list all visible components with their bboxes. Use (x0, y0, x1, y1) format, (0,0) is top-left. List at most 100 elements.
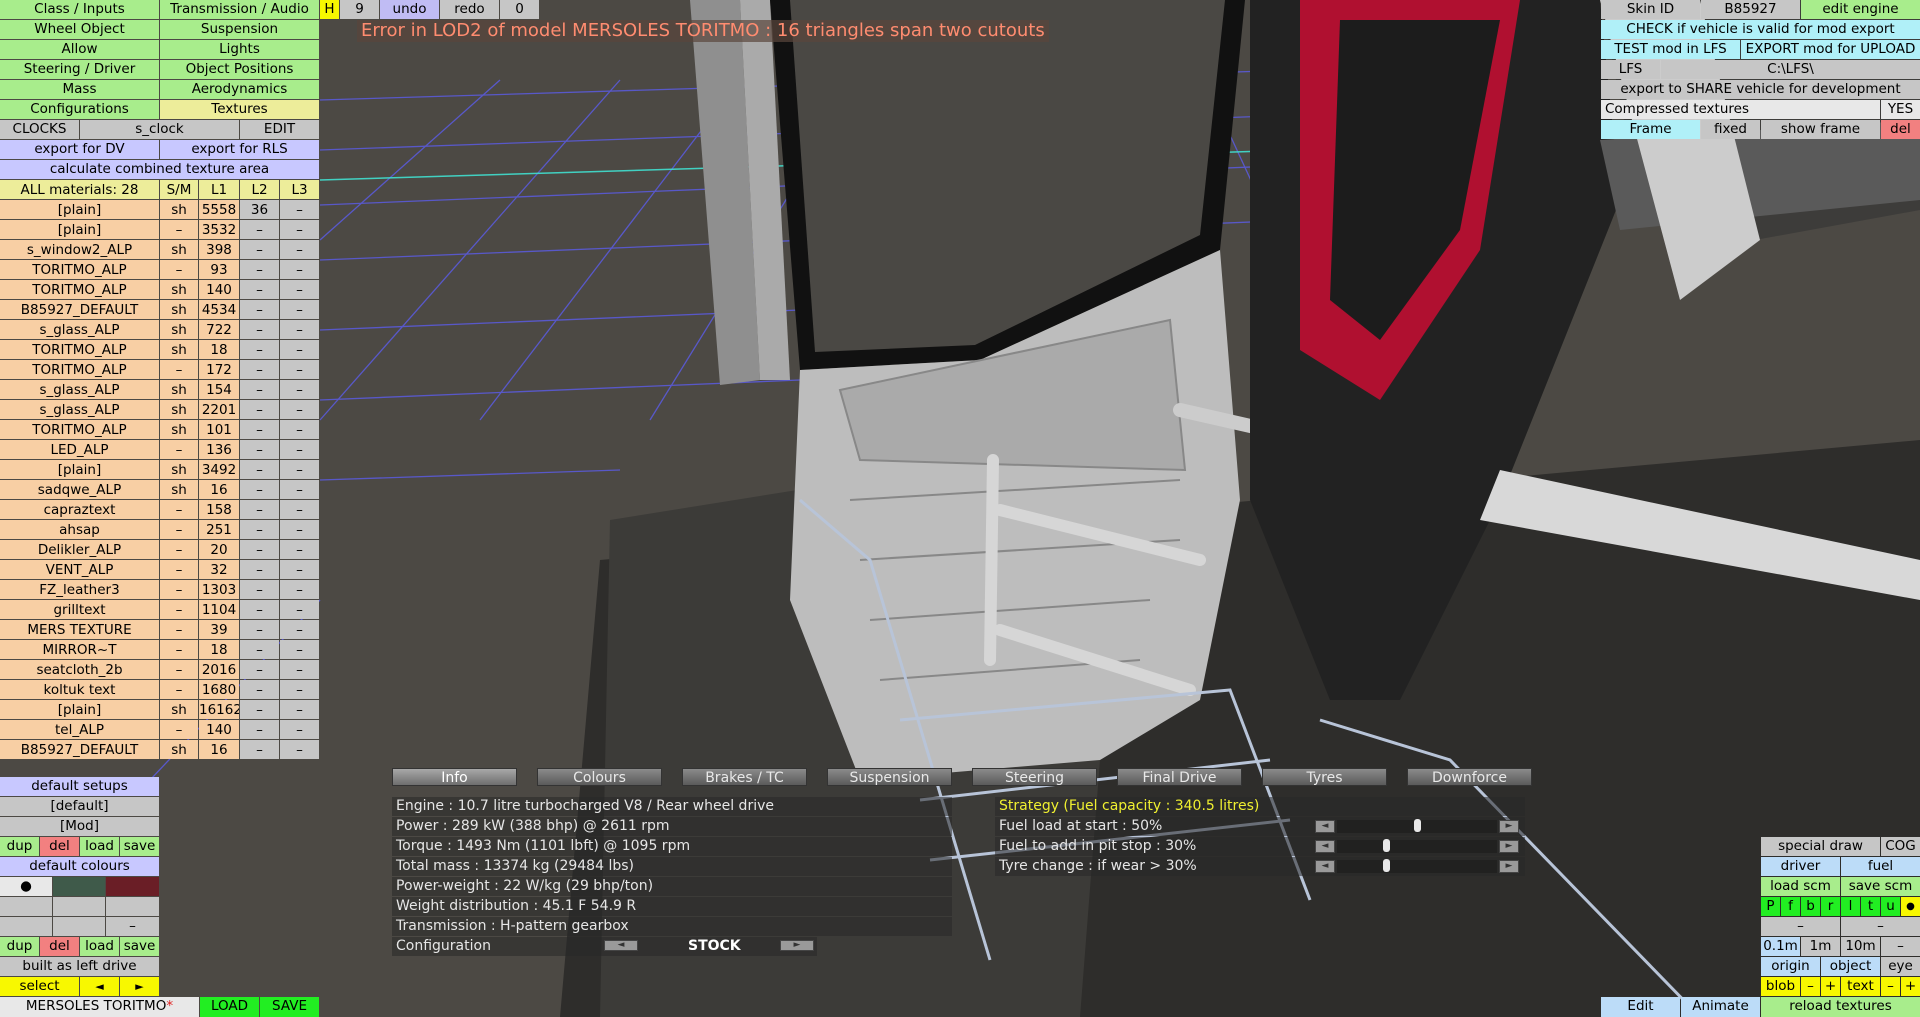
material-l3[interactable]: – (280, 680, 319, 699)
grid-dash-button[interactable]: – (1881, 937, 1920, 956)
material-sm[interactable]: – (160, 580, 198, 599)
view-letter-button[interactable]: t (1861, 897, 1880, 916)
view-dash-1[interactable]: – (1761, 917, 1840, 936)
table-row[interactable]: B85927_DEFAULT sh 16– – (0, 740, 320, 760)
text-button[interactable]: text (1841, 977, 1880, 996)
table-row[interactable]: s_glass_ALP sh 2201– – (0, 400, 320, 420)
colour-save-button[interactable]: save (120, 937, 159, 956)
frame-del-button[interactable]: del (1881, 120, 1920, 139)
fixed-button[interactable]: fixed (1701, 120, 1760, 139)
material-l1[interactable]: 32 (199, 560, 239, 579)
grid-01m-button[interactable]: 0.1m (1761, 937, 1800, 956)
material-sm[interactable]: – (160, 540, 198, 559)
view-letter-button[interactable]: u (1881, 897, 1900, 916)
table-row[interactable]: s_glass_ALP sh 154– – (0, 380, 320, 400)
material-l1[interactable]: 2016 (199, 660, 239, 679)
table-row[interactable]: koltuk text –1680– – (0, 680, 320, 700)
table-row[interactable]: capraztext –158– – (0, 500, 320, 520)
tyre-change-knob[interactable] (1383, 859, 1390, 872)
material-l3[interactable]: – (280, 520, 319, 539)
material-sm[interactable]: sh (160, 280, 198, 299)
material-name[interactable]: TORITMO_ALP (0, 260, 159, 279)
material-name[interactable]: tel_ALP (0, 720, 159, 739)
table-row[interactable]: TORITMO_ALP –172– – (0, 360, 320, 380)
material-l2[interactable]: – (240, 280, 279, 299)
material-name[interactable]: [plain] (0, 700, 159, 719)
redo-button[interactable]: redo (440, 0, 499, 19)
edit-mode-button[interactable]: Edit (1601, 997, 1680, 1017)
material-name[interactable]: TORITMO_ALP (0, 340, 159, 359)
select-next-button[interactable]: ► (120, 977, 159, 996)
clock-name[interactable]: s_clock (80, 120, 239, 139)
material-l1[interactable]: 158 (199, 500, 239, 519)
material-l1[interactable]: 39 (199, 620, 239, 639)
special-draw-button[interactable]: special draw (1761, 837, 1880, 856)
material-l1[interactable]: 16162 (199, 700, 239, 719)
material-name[interactable]: LED_ALP (0, 440, 159, 459)
menu-allow[interactable]: Allow (0, 40, 159, 59)
grid-1m-button[interactable]: 1m (1801, 937, 1840, 956)
material-l3[interactable]: – (280, 560, 319, 579)
export-mod-button[interactable]: EXPORT mod for UPLOAD (1741, 40, 1920, 59)
material-l1[interactable]: 1303 (199, 580, 239, 599)
material-name[interactable]: TORITMO_ALP (0, 280, 159, 299)
material-l3[interactable]: – (280, 660, 319, 679)
tab-tyres[interactable]: Tyres (1262, 768, 1387, 786)
material-name[interactable]: TORITMO_ALP (0, 360, 159, 379)
save-scm-button[interactable]: save scm (1841, 877, 1920, 896)
material-name[interactable]: [plain] (0, 460, 159, 479)
view-letter-button[interactable]: l (1841, 897, 1860, 916)
material-name[interactable]: B85927_DEFAULT (0, 740, 159, 759)
export-dv-button[interactable]: export for DV (0, 140, 159, 159)
test-mod-button[interactable]: TEST mod in LFS (1601, 40, 1740, 59)
material-l1[interactable]: 172 (199, 360, 239, 379)
edit-engine-button[interactable]: edit engine (1801, 0, 1920, 19)
text-plus-button[interactable]: + (1901, 977, 1920, 996)
tab-brakes-tc[interactable]: Brakes / TC (682, 768, 807, 786)
material-l1[interactable]: 4534 (199, 300, 239, 319)
material-name[interactable]: MIRROR~T (0, 640, 159, 659)
reload-textures-button[interactable]: reload textures (1761, 997, 1920, 1017)
tyre-change-slider[interactable] (1337, 859, 1497, 873)
blob-button[interactable]: blob (1761, 977, 1800, 996)
material-name[interactable]: TORITMO_ALP (0, 420, 159, 439)
material-sm[interactable]: sh (160, 320, 198, 339)
object-button[interactable]: object (1821, 957, 1880, 976)
material-sm[interactable]: – (160, 680, 198, 699)
material-l2[interactable]: – (240, 660, 279, 679)
material-l3[interactable]: – (280, 200, 319, 219)
material-l1[interactable]: 1680 (199, 680, 239, 699)
material-name[interactable]: s_glass_ALP (0, 400, 159, 419)
material-l1[interactable]: 2201 (199, 400, 239, 419)
material-l3[interactable]: – (280, 480, 319, 499)
material-l2[interactable]: – (240, 220, 279, 239)
material-l3[interactable]: – (280, 740, 319, 759)
material-l2[interactable]: – (240, 480, 279, 499)
material-sm[interactable]: sh (160, 300, 198, 319)
save-button[interactable]: SAVE (260, 997, 319, 1017)
colour-dup-button[interactable]: dup (0, 937, 39, 956)
cog-button[interactable]: COG (1881, 837, 1920, 856)
material-name[interactable]: [plain] (0, 200, 159, 219)
view-letter-button[interactable]: f (1781, 897, 1800, 916)
material-l3[interactable]: – (280, 720, 319, 739)
fuel-pit-knob[interactable] (1383, 839, 1390, 852)
material-l3[interactable]: – (280, 500, 319, 519)
load-button[interactable]: LOAD (200, 997, 259, 1017)
material-l3[interactable]: – (280, 460, 319, 479)
material-l3[interactable]: – (280, 640, 319, 659)
material-l1[interactable]: 16 (199, 740, 239, 759)
material-name[interactable]: sadqwe_ALP (0, 480, 159, 499)
material-l3[interactable]: – (280, 320, 319, 339)
menu-lights[interactable]: Lights (160, 40, 319, 59)
material-sm[interactable]: – (160, 260, 198, 279)
setup-dup-button[interactable]: dup (0, 837, 39, 856)
colour-slot-3[interactable] (106, 897, 159, 916)
table-row[interactable]: ahsap –251– – (0, 520, 320, 540)
menu-textures[interactable]: Textures (160, 100, 319, 119)
material-name[interactable]: VENT_ALP (0, 560, 159, 579)
material-l1[interactable]: 722 (199, 320, 239, 339)
material-name[interactable]: MERS TEXTURE (0, 620, 159, 639)
menu-mass[interactable]: Mass (0, 80, 159, 99)
config-next-button[interactable]: ► (780, 940, 814, 951)
